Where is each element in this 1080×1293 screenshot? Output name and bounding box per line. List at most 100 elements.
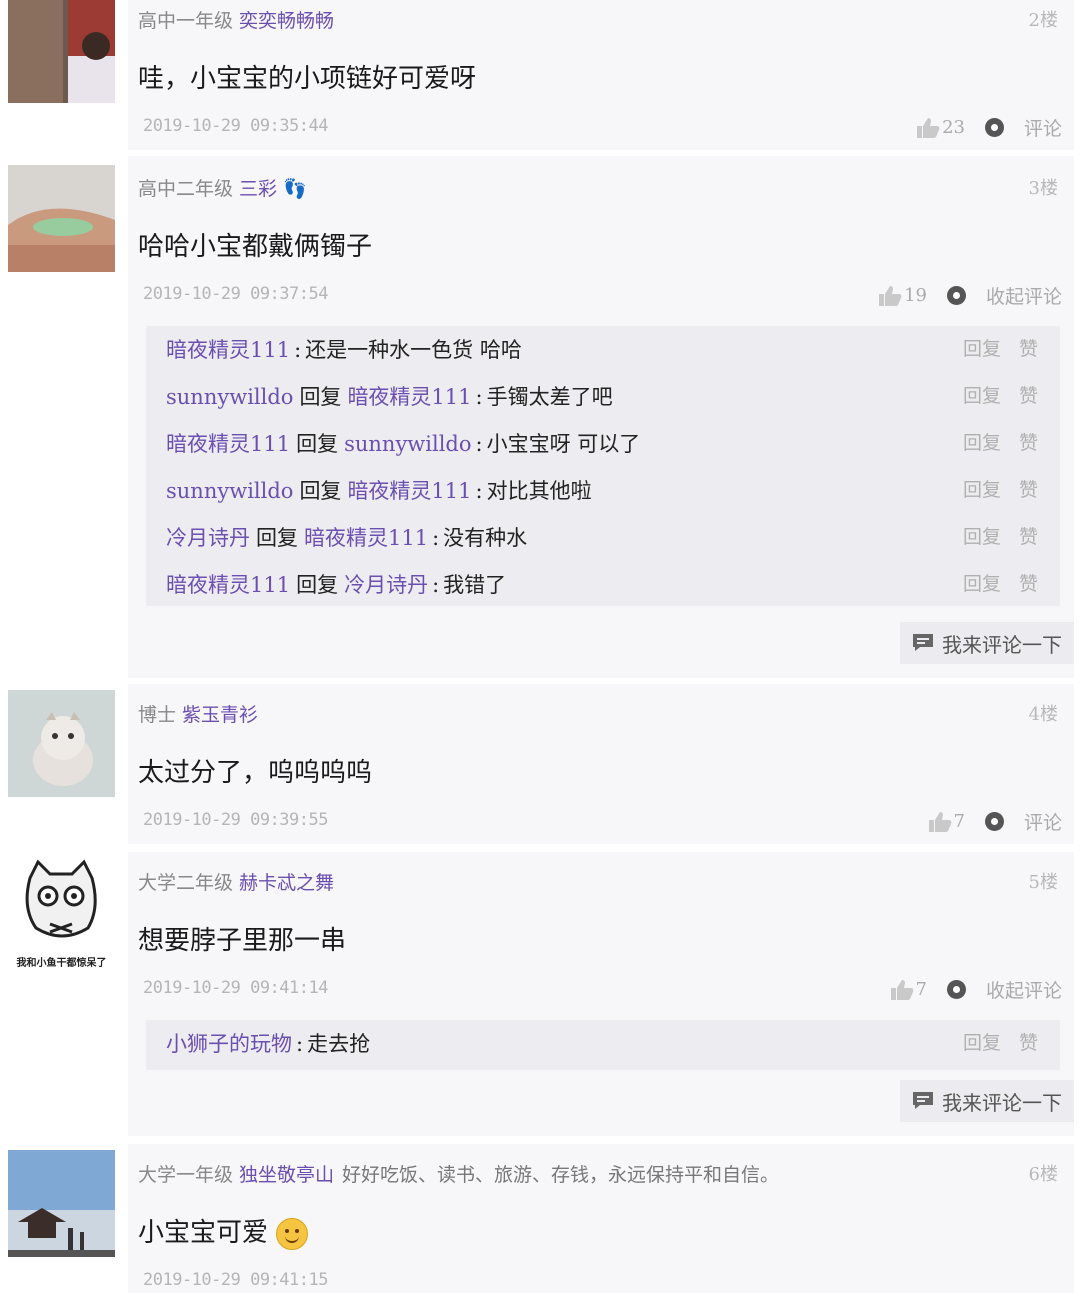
avatar[interactable] [8, 1150, 115, 1257]
comment-card: 博士 紫玉青衫 4楼 太过分了，呜呜呜呜 2019-10-29 09:39:55 … [128, 684, 1074, 844]
like-button[interactable]: 7 [890, 979, 927, 1001]
user-signature: 好好吃饭、读书、旅游、存钱，永远保持平和自信。 [342, 1164, 780, 1186]
reply-keyword: 回复 [299, 479, 342, 503]
write-comment-label: 我来评论一下 [942, 1090, 1062, 1115]
username-link[interactable]: 赫卡忒之舞 [239, 872, 334, 894]
reply-button[interactable]: 回复 [963, 479, 1001, 501]
comment-time: 2019-10-29 09:39:55 [143, 810, 328, 830]
comment-meta: 高中一年级 奕奕畅畅畅 [138, 6, 334, 33]
thumb-up-icon [917, 117, 940, 138]
reply-author[interactable]: 暗夜精灵111 [166, 573, 290, 597]
user-grade: 高中二年级 [138, 178, 234, 200]
like-reply-button[interactable]: 赞 [1019, 479, 1038, 501]
user-grade: 高中一年级 [138, 10, 234, 32]
reply-list: 小狮子的玩物: 走去抢 回复赞 [146, 1020, 1060, 1070]
reply-target[interactable]: 暗夜精灵111 [347, 385, 471, 409]
username-link[interactable]: 紫玉青衫 [182, 704, 258, 726]
comment-post: 高中一年级 奕奕畅畅畅 2楼 哇，小宝宝的小项链好可爱呀 2019-10-29 0… [0, 0, 1080, 150]
comment-toggle-icon[interactable] [946, 286, 966, 305]
reply-text: 对比其他啦 [486, 479, 592, 503]
reply-author[interactable]: 暗夜精灵111 [166, 338, 290, 362]
comment-time: 2019-10-29 09:37:54 [143, 284, 328, 304]
comment-post: 博士 紫玉青衫 4楼 太过分了，呜呜呜呜 2019-10-29 09:39:55 … [0, 684, 1080, 844]
like-count: 7 [915, 979, 927, 1000]
comment-text: 哈哈小宝都戴俩镯子 [138, 232, 373, 262]
like-reply-button[interactable]: 赞 [1019, 526, 1038, 548]
thumb-up-icon [890, 979, 913, 1000]
reply-target[interactable]: 暗夜精灵111 [347, 479, 471, 503]
reply-author[interactable]: sunnywilldo [166, 385, 293, 409]
avatar[interactable]: 我和小鱼干都惊呆了 [8, 858, 115, 970]
comment-text: 想要脖子里那一串 [138, 926, 347, 956]
comment-time: 2019-10-29 09:41:14 [143, 978, 328, 998]
reply-button[interactable]: 回复 [963, 526, 1001, 548]
comment-actions: 7 评论 [928, 808, 1062, 835]
like-reply-button[interactable]: 赞 [1019, 432, 1038, 454]
avatar-photo [8, 690, 115, 797]
avatar[interactable] [8, 165, 115, 272]
comment-time: 2019-10-29 09:35:44 [143, 116, 328, 136]
reply-item: 暗夜精灵111 回复 冷月诗丹: 我错了 回复赞 [166, 573, 1038, 597]
avatar[interactable] [8, 690, 115, 797]
reply-target[interactable]: 冷月诗丹 [344, 573, 428, 597]
reply-author[interactable]: 小狮子的玩物 [166, 1032, 292, 1056]
like-button[interactable]: 7 [928, 811, 965, 833]
reply-author[interactable]: 冷月诗丹 [166, 526, 250, 550]
reply-item: sunnywilldo 回复 暗夜精灵111: 对比其他啦 回复赞 [166, 479, 1038, 503]
comment-meta: 博士 紫玉青衫 [138, 700, 258, 727]
like-count: 19 [904, 285, 927, 306]
comment-toggle-icon[interactable] [984, 812, 1004, 831]
chat-bubble-icon [913, 1092, 933, 1109]
reply-text: 我错了 [443, 573, 507, 597]
user-grade: 大学二年级 [138, 872, 234, 894]
write-comment-button[interactable]: 我来评论一下 [900, 622, 1074, 664]
comment-meta: 高中二年级 三彩 👣 [138, 174, 307, 201]
write-comment-button[interactable]: 我来评论一下 [900, 1080, 1074, 1122]
comment-toggle-icon[interactable] [946, 980, 966, 999]
reply-keyword: 回复 [299, 385, 342, 409]
comment-text: 哇，小宝宝的小项链好可爱呀 [138, 64, 477, 94]
floor-number: 3楼 [1028, 178, 1058, 199]
username-link[interactable]: 奕奕畅畅畅 [239, 10, 334, 32]
floor-number: 6楼 [1028, 1164, 1058, 1185]
like-button[interactable]: 19 [878, 285, 927, 307]
write-comment-label: 我来评论一下 [942, 632, 1062, 657]
username-link[interactable]: 独坐敬亭山 [239, 1164, 334, 1186]
reply-button[interactable]: 回复 [963, 338, 1001, 360]
reply-target[interactable]: sunnywilldo [344, 432, 471, 456]
comment-toggle-link[interactable]: 收起评论 [986, 282, 1062, 309]
user-grade: 博士 [138, 704, 177, 726]
reply-button[interactable]: 回复 [963, 573, 1001, 595]
comment-actions: 23 评论 [916, 114, 1062, 141]
like-button[interactable]: 23 [916, 117, 965, 139]
reply-button[interactable]: 回复 [963, 1032, 1001, 1054]
comment-toggle-link[interactable]: 收起评论 [986, 976, 1062, 1003]
like-reply-button[interactable]: 赞 [1019, 573, 1038, 595]
like-count: 7 [953, 811, 965, 832]
like-reply-button[interactable]: 赞 [1019, 338, 1038, 360]
reply-target[interactable]: 暗夜精灵111 [304, 526, 428, 550]
avatar-photo [8, 1150, 115, 1257]
username-link[interactable]: 三彩 👣 [239, 178, 307, 200]
comment-toggle-link[interactable]: 评论 [1024, 114, 1062, 141]
floor-number: 5楼 [1028, 872, 1058, 893]
like-reply-button[interactable]: 赞 [1019, 385, 1038, 407]
reply-button[interactable]: 回复 [963, 385, 1001, 407]
like-count: 23 [942, 117, 965, 138]
comment-card: 大学二年级 赫卡忒之舞 5楼 想要脖子里那一串 2019-10-29 09:41:… [128, 852, 1074, 1136]
comment-toggle-link[interactable]: 评论 [1024, 808, 1062, 835]
comment-time: 2019-10-29 09:41:15 [143, 1270, 328, 1290]
reply-button[interactable]: 回复 [963, 432, 1001, 454]
comment-text: 小宝宝可爱 [138, 1212, 309, 1250]
reply-text: 还是一种水一色货 哈哈 [305, 338, 522, 362]
reply-author[interactable]: 暗夜精灵111 [166, 432, 290, 456]
avatar[interactable] [8, 0, 115, 103]
comment-meta: 大学一年级 独坐敬亭山 好好吃饭、读书、旅游、存钱，永远保持平和自信。 [138, 1160, 779, 1187]
reply-keyword: 回复 [256, 526, 298, 550]
reply-item: 暗夜精灵111: 还是一种水一色货 哈哈 回复赞 [166, 338, 1038, 362]
comment-post: 我和小鱼干都惊呆了 大学二年级 赫卡忒之舞 5楼 想要脖子里那一串 2019-10… [0, 852, 1080, 1136]
reply-author[interactable]: sunnywilldo [166, 479, 293, 503]
user-grade: 大学一年级 [138, 1164, 234, 1186]
like-reply-button[interactable]: 赞 [1019, 1032, 1038, 1054]
comment-toggle-icon[interactable] [984, 118, 1004, 137]
